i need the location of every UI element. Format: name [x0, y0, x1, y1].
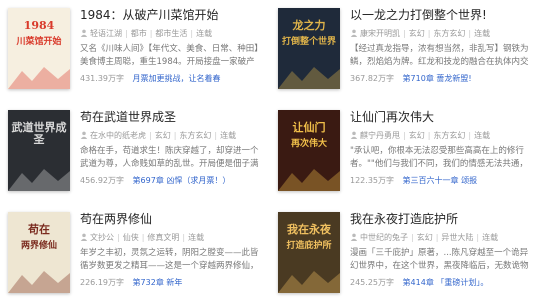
- book-footer: 122.35万字 第三百六十一章 颂报: [350, 175, 530, 187]
- cover-art-icon: [278, 169, 340, 191]
- word-count: 226.19万字: [80, 278, 124, 287]
- cover-art-icon: [278, 67, 340, 89]
- book-description: 又名《川味人间》【年代文、美食、日常、种田】美食博主周聪，重生1984。开局接盘…: [80, 44, 259, 67]
- author-icon: [80, 29, 90, 38]
- book-cover-image[interactable]: 武道世界成圣: [8, 110, 70, 191]
- cover-title-top: 我在永夜: [287, 223, 331, 236]
- author-link[interactable]: 在水中的纸老虎: [90, 131, 146, 140]
- book-cover-image[interactable]: 龙之力 打倒整个世界: [278, 8, 340, 89]
- cover-art-icon: [8, 169, 70, 191]
- cover-title-main: 川菜馆开始: [16, 37, 62, 47]
- book-description: 【经过真龙指导，浓有想当然，非乱写】钢铁为鳞，烈焰焰为牌。红龙和技龙的融合在执体…: [350, 44, 529, 67]
- book-description: 年岁之丰初，灵氛之运转，阴阳之膛变——此皆循岁数更发之精耳——这是一个穿越两界修…: [80, 248, 259, 271]
- subcategory-link[interactable]: 东方玄幻: [433, 29, 465, 38]
- book-title-link[interactable]: 苟在两界修仙: [80, 210, 260, 228]
- subcategory-link[interactable]: 修真文明: [147, 233, 179, 242]
- author-link[interactable]: 麒宁丹勇甩: [360, 131, 400, 140]
- cover-title-top: 武道世界成圣: [11, 121, 67, 146]
- word-count: 245.25万字: [350, 278, 394, 287]
- cover-title-main: 打倒整个世界: [281, 37, 336, 47]
- book-footer: 245.25万字 第414章 「重磅计划」。: [350, 277, 530, 289]
- category-link[interactable]: 玄幻: [155, 131, 171, 140]
- subcategory-link[interactable]: 东方玄幻: [433, 131, 465, 140]
- book-card[interactable]: 武道世界成圣 苟在武道世界成圣 在水中的纸老虎 | 玄幻 | 东方玄幻 | 连载 命格在手，…: [0, 104, 262, 196]
- book-cover-image[interactable]: 苟在 两界修仙: [8, 212, 70, 293]
- cover-title-main: 打造庇护所: [286, 241, 332, 251]
- book-meta: 文抄公 | 仙侠 | 修真文明 | 连载: [80, 232, 260, 244]
- book-title-link[interactable]: 让仙门再次伟大: [350, 108, 530, 126]
- author-link[interactable]: 康宋开明凯: [360, 29, 400, 38]
- cover-title-top: 1984: [23, 19, 55, 32]
- book-meta: 轻语江湖 | 都市 | 都市生活 | 连载: [80, 28, 260, 40]
- author-icon: [80, 131, 90, 140]
- subcategory-link[interactable]: 异世大陆: [441, 233, 473, 242]
- cover-art-icon: [8, 271, 70, 293]
- status-badge: 连载: [196, 29, 213, 38]
- book-meta: 麒宁丹勇甩 | 玄幻 | 东方玄幻 | 连载: [350, 130, 530, 142]
- author-icon: [350, 29, 360, 38]
- book-title-link[interactable]: 以一龙之力打倒整个世界!: [350, 6, 530, 24]
- book-grid: 1984 川菜馆开始 1984：从破产川菜馆开始 轻语江湖 | 都市 | 都市生活 | 连载…: [0, 0, 550, 308]
- book-footer: 456.92万字 第697章 凶悍（求月票！）: [80, 175, 260, 187]
- author-icon: [80, 233, 90, 242]
- latest-chapter-link[interactable]: 月票加更挑战，让名着春: [133, 74, 221, 83]
- status-badge: 连载: [482, 233, 499, 242]
- book-meta: 康宋开明凯 | 玄幻 | 东方玄幻 | 连载: [350, 28, 530, 40]
- category-link[interactable]: 都市: [131, 29, 147, 38]
- latest-chapter-link[interactable]: 第414章 「重磅计划」。: [403, 278, 489, 287]
- book-footer: 431.39万字 月票加更挑战，让名着春: [80, 73, 260, 85]
- cover-art-icon: [8, 67, 70, 89]
- book-footer: 226.19万字 第732章 新年: [80, 277, 260, 289]
- status-badge: 连载: [188, 233, 205, 242]
- subcategory-link[interactable]: 东方玄幻: [179, 131, 211, 140]
- book-meta: 在水中的纸老虎 | 玄幻 | 东方玄幻 | 连载: [80, 130, 260, 142]
- book-description: "承认吧，你根本无法忍受那些高高在上的修行者。""他们与我们不同，我们的情感无法…: [350, 146, 528, 169]
- book-title-link[interactable]: 我在永夜打造庇护所: [350, 210, 530, 228]
- word-count: 367.82万字: [350, 74, 394, 83]
- word-count: 456.92万字: [80, 176, 124, 185]
- book-meta: 中世纪的兔子 | 玄幻 | 异世大陆 | 连载: [350, 232, 530, 244]
- category-link[interactable]: 玄幻: [409, 29, 425, 38]
- author-link[interactable]: 轻语江湖: [90, 29, 122, 38]
- status-badge: 连载: [474, 131, 491, 140]
- word-count: 122.35万字: [350, 176, 394, 185]
- book-cover-image[interactable]: 我在永夜 打造庇护所: [278, 212, 340, 293]
- book-description: 漫画「三千庇护」原著，...陈凡穿越至一个诡异幻世界中，在这个世界，黑夜降临后，…: [350, 248, 529, 271]
- author-icon: [350, 233, 360, 242]
- subcategory-link[interactable]: 都市生活: [155, 29, 187, 38]
- latest-chapter-link[interactable]: 第710章 蔷龙新盟!: [403, 74, 472, 83]
- book-description: 命格在手，苟道求生！陈庆穿越了，却穿进一个武道为尊，人命贱如草的乱世。开局便是佃…: [80, 146, 259, 169]
- latest-chapter-link[interactable]: 第697章 凶悍（求月票！）: [133, 176, 231, 185]
- category-link[interactable]: 玄幻: [417, 233, 433, 242]
- cover-title-top: 苟在: [28, 223, 50, 236]
- book-card[interactable]: 我在永夜 打造庇护所 我在永夜打造庇护所 中世纪的兔子 | 玄幻 | 异世大陆 | 连载 漫…: [270, 206, 532, 298]
- category-link[interactable]: 玄幻: [409, 131, 425, 140]
- category-link[interactable]: 仙侠: [123, 233, 139, 242]
- book-footer: 367.82万字 第710章 蔷龙新盟!: [350, 73, 530, 85]
- status-badge: 连载: [220, 131, 237, 140]
- cover-title-top: 龙之力: [292, 19, 326, 32]
- book-cover-image[interactable]: 1984 川菜馆开始: [8, 8, 70, 89]
- latest-chapter-link[interactable]: 第732章 新年: [133, 278, 183, 287]
- book-cover-image[interactable]: 让仙门 再次伟大: [278, 110, 340, 191]
- word-count: 431.39万字: [80, 74, 124, 83]
- cover-title-top: 让仙门: [292, 121, 326, 134]
- book-card[interactable]: 让仙门 再次伟大 让仙门再次伟大 麒宁丹勇甩 | 玄幻 | 东方玄幻 | 连载 "承认吧，你…: [270, 104, 532, 196]
- book-title-link[interactable]: 苟在武道世界成圣: [80, 108, 260, 126]
- cover-title-main: 再次伟大: [290, 139, 327, 149]
- author-link[interactable]: 中世纪的兔子: [360, 233, 408, 242]
- book-title-link[interactable]: 1984：从破产川菜馆开始: [80, 6, 260, 24]
- cover-title-main: 两界修仙: [20, 241, 57, 251]
- book-card[interactable]: 1984 川菜馆开始 1984：从破产川菜馆开始 轻语江湖 | 都市 | 都市生活 | 连载…: [0, 2, 262, 94]
- author-icon: [350, 131, 360, 140]
- book-card[interactable]: 苟在 两界修仙 苟在两界修仙 文抄公 | 仙侠 | 修真文明 | 连载 年岁之丰初，灵氛之运…: [0, 206, 262, 298]
- status-badge: 连载: [474, 29, 491, 38]
- book-card[interactable]: 龙之力 打倒整个世界 以一龙之力打倒整个世界! 康宋开明凯 | 玄幻 | 东方玄幻 | 连载…: [270, 2, 532, 94]
- cover-art-icon: [278, 271, 340, 293]
- author-link[interactable]: 文抄公: [90, 233, 114, 242]
- latest-chapter-link[interactable]: 第三百六十一章 颂报: [403, 176, 478, 185]
